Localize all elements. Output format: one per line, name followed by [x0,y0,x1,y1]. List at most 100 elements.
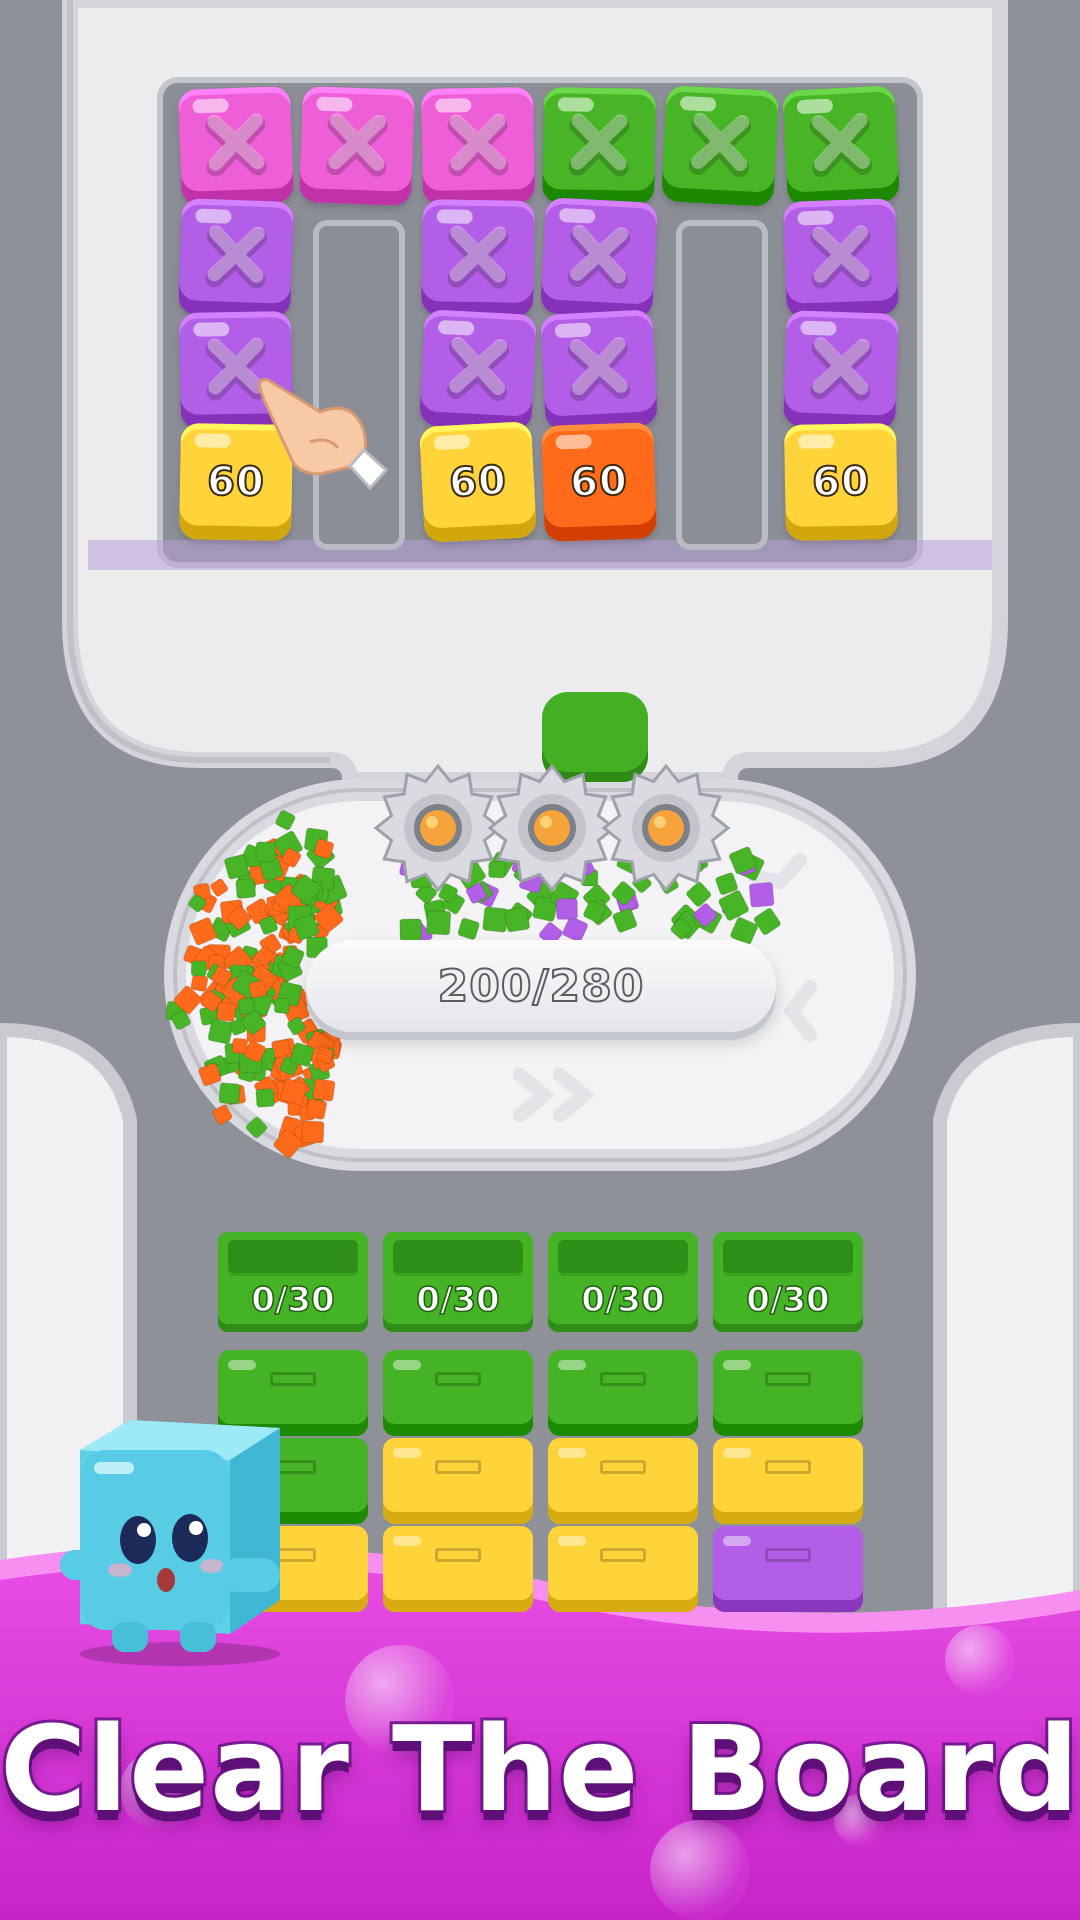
container-count: 0/30 [746,1279,831,1321]
jelly-particle [218,1082,241,1105]
container-lid [393,1240,523,1276]
x-mark-icon [810,225,872,289]
container-lid [558,1240,688,1276]
queued-crate [383,1350,533,1436]
jelly-particle [235,878,257,899]
crate-shine [723,1448,751,1458]
x-mark-icon [688,112,752,178]
jelly-particle [305,1098,328,1120]
container-count: 0/30 [416,1279,501,1321]
x-mark-icon [567,224,631,290]
jelly-particle [301,1120,325,1144]
progress-counter: 200/280 [306,940,776,1032]
queued-crate [548,1350,698,1436]
locked-block[interactable] [420,87,536,205]
locked-block[interactable] [541,87,657,205]
crate-handle [435,1548,481,1562]
collection-container[interactable]: 0/30 [218,1232,368,1332]
crate-handle [435,1372,481,1386]
queued-crate [383,1526,533,1612]
crate-shine [558,1448,586,1458]
crate-shine [558,1360,586,1370]
container-count: 0/30 [581,1279,666,1321]
locked-block[interactable] [782,85,900,207]
locked-block[interactable] [419,309,537,431]
crate-shine [723,1536,751,1546]
number-block[interactable]: 60 [541,422,657,542]
queued-crate [548,1526,698,1612]
x-mark-icon [810,337,872,401]
locked-block[interactable] [178,86,294,206]
jelly-particle [555,897,578,920]
x-mark-icon [326,113,388,177]
crate-handle [435,1460,481,1474]
queued-crate [548,1438,698,1524]
block-shine [192,98,229,114]
locked-block[interactable] [783,198,899,318]
jelly-particle [190,974,209,992]
collection-container[interactable]: 0/30 [548,1232,698,1332]
x-mark-icon [205,113,267,177]
queued-crate [713,1350,863,1436]
crate-handle [765,1372,811,1386]
locked-block[interactable] [420,199,536,317]
block-shine [435,98,472,113]
jelly-particle [248,980,267,999]
jelly-particle [748,881,775,908]
number-block[interactable]: 60 [419,421,537,543]
gear-icon [601,763,731,893]
crate-shine [228,1360,256,1370]
block-shine [554,322,592,339]
block-shine [796,98,834,115]
locked-block[interactable] [661,85,779,207]
collection-container[interactable]: 0/30 [713,1232,863,1332]
locked-block[interactable] [783,310,899,430]
block-number: 60 [447,457,509,508]
container-lid [228,1240,358,1276]
x-mark-icon [568,113,630,177]
empty-column-slot [676,220,768,550]
queued-crate [713,1438,863,1524]
x-mark-icon [567,336,631,402]
jelly-particle [399,918,423,942]
pointing-hand-icon [258,378,389,490]
locked-block[interactable] [299,86,415,206]
queued-crate [383,1438,533,1524]
jelly-particle [216,1001,237,1022]
block-number: 60 [568,457,629,507]
block-shine [193,322,230,337]
block-shine [194,433,231,448]
locked-block[interactable] [540,197,658,319]
game-scene: 60 60 60 60 200/280 0/30 0/30 0/30 0/30 Clear [0,0,1080,1920]
crate-shine [723,1360,751,1370]
crate-shine [393,1448,421,1458]
crate-handle [270,1372,316,1386]
number-block[interactable]: 60 [783,423,899,541]
block-shine [558,207,596,224]
container-lid [723,1240,853,1276]
jelly-particle [312,1078,336,1102]
x-mark-icon [447,225,509,289]
block-shine [316,96,353,112]
jelly-particle [426,910,452,936]
block-shine [798,434,835,449]
locked-block[interactable] [540,309,658,431]
jelly-particle [255,1088,275,1108]
jelly-particle [482,906,509,933]
headline-title: Clear The Board [0,1697,1080,1841]
block-shine [437,319,475,336]
jelly-particle [231,1037,249,1055]
crate-shine [393,1360,421,1370]
block-shine [433,434,471,451]
block-shine [555,434,592,450]
block-shine [679,95,717,112]
block-number: 60 [811,458,871,507]
locked-block[interactable] [178,198,294,318]
x-mark-icon [447,113,509,177]
collection-container[interactable]: 0/30 [383,1232,533,1332]
crate-handle [765,1460,811,1474]
crate-shine [558,1536,586,1546]
crate-handle [600,1460,646,1474]
jelly-cube-mascot [60,1420,280,1666]
block-shine [195,208,232,224]
